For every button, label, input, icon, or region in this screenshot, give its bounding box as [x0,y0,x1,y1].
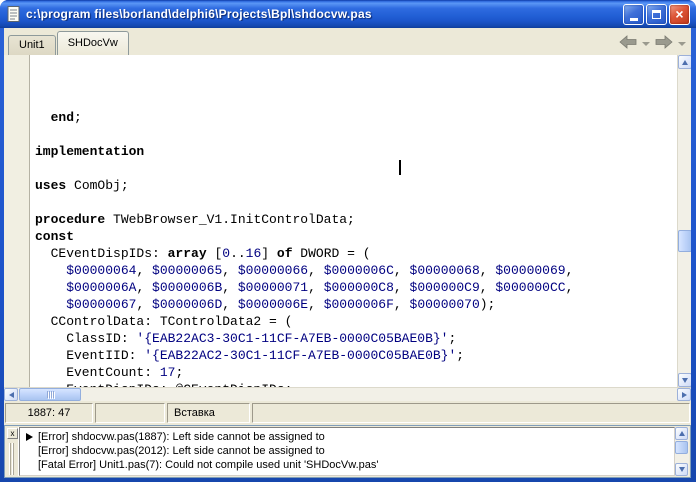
code-line[interactable]: EventCount: 17; [35,364,677,381]
code-line[interactable]: $0000006A, $0000006B, $00000071, $000000… [35,279,677,296]
code-line[interactable]: end; [35,109,677,126]
text-caret [399,160,401,175]
message-row[interactable]: [Error] shdocvw.pas(2012): Left side can… [20,444,674,458]
grip-icon [49,391,50,398]
status-info-panel [252,403,690,423]
code-area[interactable]: end; implementation uses ComObj; procedu… [30,55,677,387]
tab-bar: Unit1SHDocVw [8,28,130,55]
current-message-pointer-icon [26,433,33,441]
status-insert-mode: Вставка [167,403,250,423]
vertical-scroll-thumb[interactable] [678,230,691,252]
message-list: [Error] shdocvw.pas(1887): Left side can… [19,427,675,476]
editor-vertical-scrollbar[interactable] [677,55,691,387]
nav-cluster [619,33,686,51]
scroll-left-button[interactable] [4,388,18,401]
code-line[interactable]: $00000067, $0000006D, $0000006E, $000000… [35,296,677,313]
message-panel: x [Error] shdocvw.pas(1887): Left side c… [4,425,691,478]
message-vertical-scrollbar[interactable] [675,427,689,476]
back-dropdown-icon[interactable] [642,42,650,46]
close-icon: × [675,7,683,21]
arrow-left-icon [9,392,14,398]
message-scroll-up-button[interactable] [675,427,688,440]
code-line[interactable]: uses ComObj; [35,177,677,194]
editor-gutter [4,55,30,387]
message-row[interactable]: [Error] shdocvw.pas(1887): Left side can… [20,430,674,444]
grip-icon [51,391,52,398]
arrow-down-icon [679,467,685,472]
grip-icon [53,391,54,398]
arrow-right-icon [682,392,687,398]
arrow-down-icon [682,378,688,383]
code-line[interactable]: CControlData: TControlData2 = ( [35,313,677,330]
message-row[interactable]: [Fatal Error] Unit1.pas(7): Could not co… [20,458,674,472]
code-line[interactable] [35,160,677,177]
status-caret-position: 1887: 47 [5,403,93,423]
window-title: c:\program files\borland\delphi6\Project… [26,7,623,21]
grip-icon [47,391,48,398]
tab-strip: Unit1SHDocVw [4,28,691,55]
arrow-up-icon [679,431,685,436]
code-line[interactable] [35,194,677,211]
maximize-icon [652,10,661,19]
tab-unit1[interactable]: Unit1 [8,35,56,55]
message-scroll-down-button[interactable] [675,463,688,476]
code-line[interactable]: procedure TWebBrowser_V1.InitControlData… [35,211,677,228]
scroll-right-button[interactable] [677,388,691,401]
forward-button[interactable] [655,35,673,49]
message-panel-close-button[interactable]: x [7,428,18,439]
code-line[interactable]: const [35,228,677,245]
tab-shdocvw[interactable]: SHDocVw [57,31,129,55]
code-line[interactable]: $00000064, $00000065, $00000066, $000000… [35,262,677,279]
minimize-button[interactable] [623,4,644,25]
message-panel-grip[interactable]: x [6,427,19,476]
code-line[interactable]: CEventDispIDs: array [0..16] of DWORD = … [35,245,677,262]
message-text: [Error] shdocvw.pas(2012): Left side can… [38,444,325,458]
code-line[interactable]: ClassID: '{EAB22AC3-30C1-11CF-A7EB-0000C… [35,330,677,347]
forward-dropdown-icon[interactable] [678,42,686,46]
arrow-up-icon [682,60,688,65]
code-line[interactable] [35,126,677,143]
editor-horizontal-scrollbar[interactable] [4,387,691,401]
code-line[interactable]: implementation [35,143,677,160]
message-text: [Error] shdocvw.pas(1887): Left side can… [38,430,325,444]
title-bar[interactable]: c:\program files\borland\delphi6\Project… [0,0,696,28]
message-scroll-thumb[interactable] [675,441,688,454]
scroll-up-button[interactable] [678,55,691,69]
back-button[interactable] [619,35,637,49]
minimize-icon [630,18,638,21]
document-icon[interactable] [7,6,21,22]
maximize-button[interactable] [646,4,667,25]
scroll-down-button[interactable] [678,373,691,387]
close-button[interactable]: × [669,4,690,25]
horizontal-scroll-thumb[interactable] [19,388,81,401]
status-modified-panel [95,403,165,423]
delphi-editor-window: c:\program files\borland\delphi6\Project… [0,0,696,482]
grip-ridges-icon [9,443,15,475]
status-bar: 1887: 47 Вставка [4,401,691,425]
editor-region: end; implementation uses ComObj; procedu… [4,55,691,387]
code-line[interactable]: EventIID: '{EAB22AC2-30C1-11CF-A7EB-0000… [35,347,677,364]
message-text: [Fatal Error] Unit1.pas(7): Could not co… [38,458,378,472]
